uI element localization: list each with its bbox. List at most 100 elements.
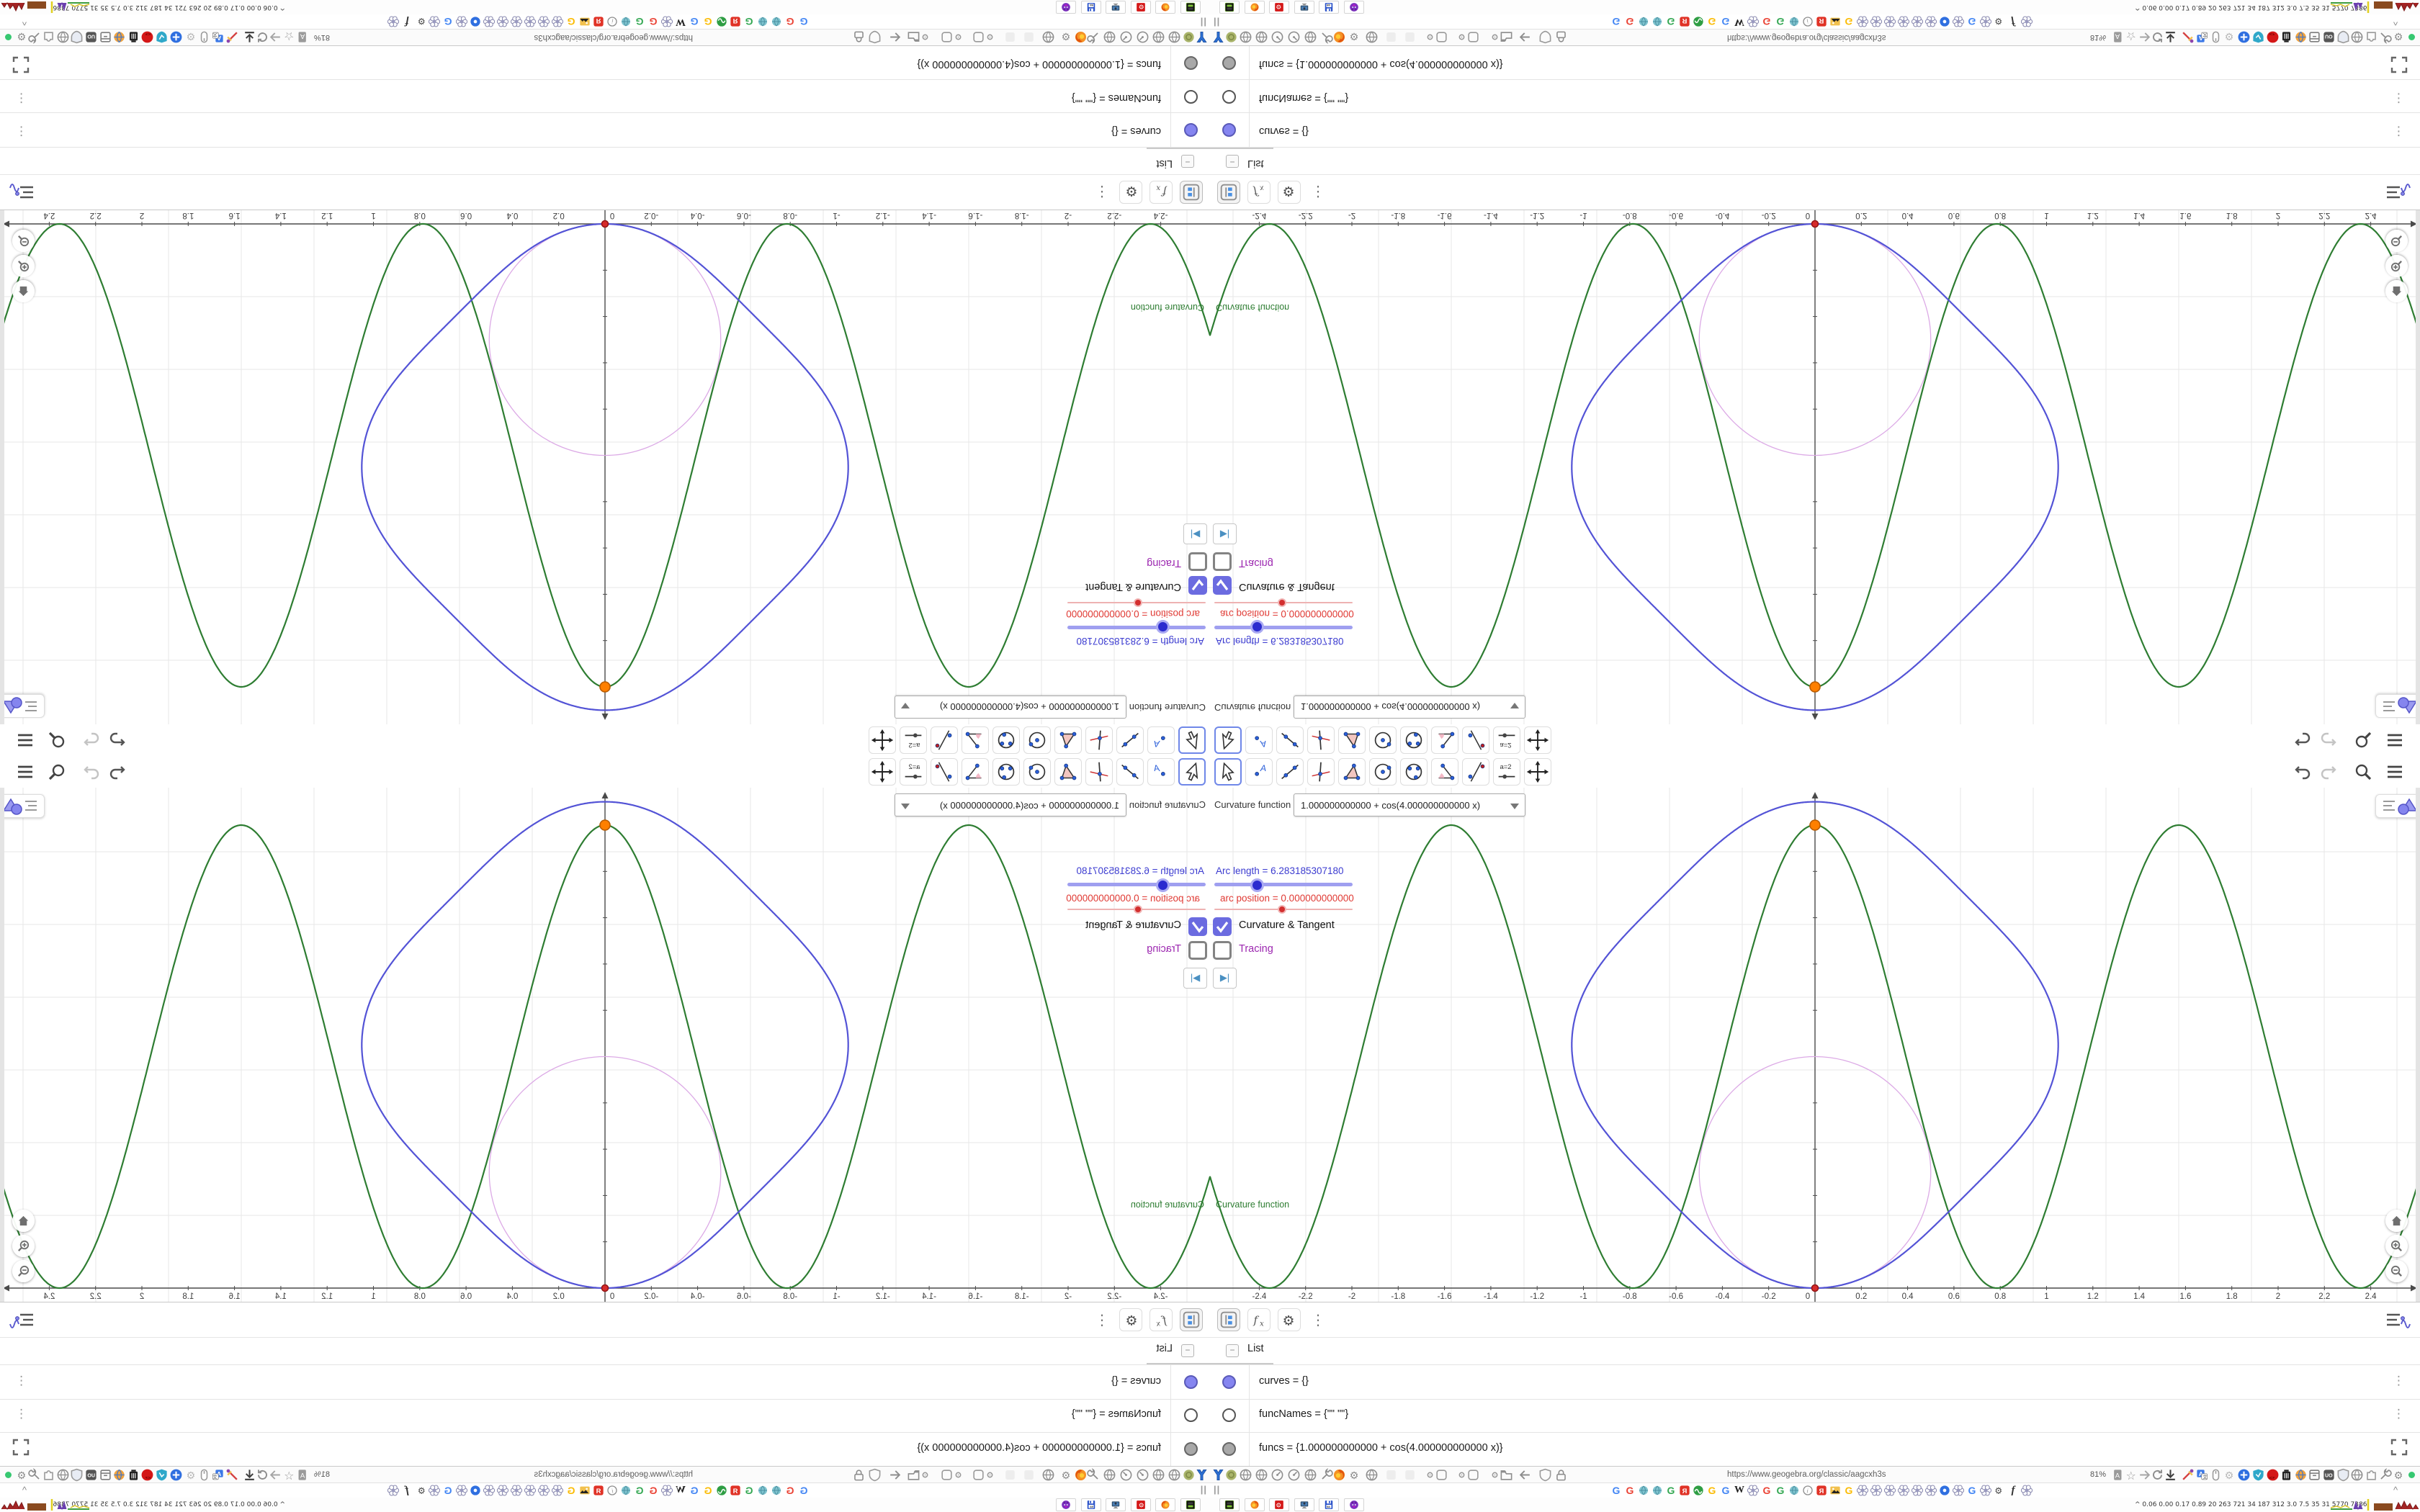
bookmark-gw-icon[interactable]	[1693, 1485, 1704, 1496]
visibility-marble[interactable]	[1184, 123, 1198, 137]
tool-perpendicular[interactable]	[1085, 726, 1113, 754]
fx-input-button[interactable]: fx	[1247, 1308, 1270, 1331]
bookmark-daisy-icon[interactable]	[2020, 16, 2033, 27]
bookmark-daisy-icon[interactable]	[660, 16, 673, 27]
download-icon[interactable]	[243, 1468, 256, 1482]
extension-trash-icon[interactable]	[2280, 30, 2293, 44]
taskbar-terminal-button[interactable]	[1180, 1, 1201, 14]
bookmark-daisy-icon[interactable]	[428, 1485, 441, 1496]
more-options-icon[interactable]: ⋮	[1311, 1311, 1325, 1329]
taskbar-firefox-button[interactable]	[1155, 1, 1176, 14]
taskbar-cat-purple-button[interactable]	[1056, 1498, 1077, 1511]
download-icon[interactable]	[2164, 30, 2177, 44]
taskbar-cat-purple-button[interactable]	[1056, 1, 1077, 14]
extension-wrench-icon[interactable]	[27, 30, 42, 44]
home-button[interactable]	[2385, 1210, 2408, 1232]
square-icon[interactable]	[972, 1468, 985, 1482]
bookmark-gw-icon[interactable]	[716, 1485, 727, 1496]
reader-icon[interactable]: A	[295, 1468, 308, 1482]
ghost-icon[interactable]	[1003, 1468, 1017, 1482]
visibility-marble[interactable]	[1184, 1442, 1198, 1456]
square-icon[interactable]	[972, 30, 985, 44]
taskbar-floppy-64-button[interactable]: 64	[1319, 1498, 1339, 1511]
bookmark-daisy-icon[interactable]	[1924, 1485, 1937, 1496]
list-group-header[interactable]: − List	[1210, 148, 2420, 175]
bookmark-img-icon[interactable]	[579, 16, 591, 27]
zoom-in-button[interactable]	[12, 1235, 35, 1257]
extension-circle-red-icon[interactable]: ICF	[140, 1468, 154, 1482]
ghost-icon[interactable]	[1022, 1468, 1036, 1482]
extension-globe-orange-icon[interactable]	[112, 1468, 126, 1482]
bookmark-daisy-icon[interactable]	[660, 1485, 673, 1496]
curvature-tangent-checkbox[interactable]	[1188, 917, 1207, 936]
tool-slider[interactable]: a=2	[1493, 758, 1520, 786]
algebra-layout-button[interactable]	[1180, 1308, 1203, 1331]
search-icon[interactable]	[48, 762, 66, 781]
taskbar-cat-purple-button[interactable]	[1343, 1498, 1364, 1511]
visibility-marble[interactable]	[1222, 56, 1236, 70]
bookmark-daisy-icon[interactable]	[1897, 16, 1910, 27]
extension-gear-outline-icon[interactable]: ⚙	[14, 30, 27, 44]
extension-gear-outline-icon[interactable]: ⚙	[2393, 30, 2406, 44]
list-group-header[interactable]: − List	[0, 1337, 1210, 1364]
bookmark-daisy-icon[interactable]	[1979, 1485, 1992, 1496]
globe-icon[interactable]	[1041, 30, 1055, 44]
zoom-in-button[interactable]	[2385, 1235, 2408, 1257]
tool-slider[interactable]: a=2	[900, 726, 927, 754]
bookmark-daisy-icon[interactable]	[1911, 1485, 1924, 1496]
bookmark-bluedot-icon[interactable]	[1939, 16, 1950, 27]
bookmark-info-icon[interactable]: i	[606, 16, 618, 27]
extension-puzzle-icon[interactable]	[42, 30, 55, 44]
ghost-icon[interactable]	[1022, 30, 1036, 44]
menu-icon[interactable]	[16, 731, 35, 750]
visibility-marble[interactable]	[1222, 123, 1236, 137]
extension-plus-circle-icon[interactable]	[169, 1468, 183, 1482]
bookmark-g-icon[interactable]: G	[442, 16, 454, 27]
page-zoom-level[interactable]: 81%	[2090, 1470, 2106, 1479]
globe-icon[interactable]	[1239, 1468, 1252, 1482]
algebra-layout-button[interactable]	[1217, 1308, 1240, 1331]
arc-position-slider-knob[interactable]	[1278, 905, 1286, 914]
download-icon[interactable]	[243, 30, 256, 44]
row-menu-icon[interactable]: ⋮	[15, 1407, 27, 1421]
bookmark-daisy-icon[interactable]	[1883, 1485, 1896, 1496]
plot-canvas[interactable]: -2.4 -2.2 -2 -1.8 -1.6 -1.4 -1.2 -1 -0.8 -0.6 -0.4…	[1210, 210, 2420, 724]
taskbar-monitor-button[interactable]	[1294, 1498, 1314, 1511]
bookmark-daisy-icon[interactable]	[455, 1485, 468, 1496]
bookmark-daisy-icon[interactable]	[1883, 16, 1896, 27]
arc-length-slider[interactable]	[1067, 883, 1206, 886]
tool-move[interactable]	[1214, 726, 1242, 754]
redo-icon[interactable]	[2319, 731, 2338, 750]
row-menu-icon[interactable]: ⋮	[15, 91, 27, 105]
tool-perpendicular[interactable]	[1085, 758, 1113, 786]
bookmark-fx-icon[interactable]: f	[401, 1485, 413, 1496]
row-menu-icon[interactable]: ⋮	[2393, 1407, 2405, 1421]
graphics-stylebar-toggle[interactable]	[0, 694, 45, 718]
extension-archive-icon[interactable]	[2308, 1468, 2321, 1482]
extension-mouse-icon[interactable]	[2209, 30, 2223, 44]
extension-brush-icon[interactable]	[2181, 1468, 2195, 1482]
taskbar-monitor-button[interactable]	[1106, 1498, 1126, 1511]
extension-shield-pale-icon[interactable]	[2336, 1468, 2350, 1482]
play-animation-button[interactable]: ▶|	[1213, 968, 1237, 989]
bookmark-g-icon[interactable]: G	[647, 1485, 659, 1496]
taskbar-firefox-button[interactable]	[1155, 1498, 1176, 1511]
graphics-stylebar-toggle[interactable]	[0, 794, 45, 818]
tool-ellipse[interactable]	[992, 758, 1020, 786]
globe-icon[interactable]	[1255, 30, 1268, 44]
taskbar-package-red-button[interactable]: ⚙	[1269, 1498, 1289, 1511]
extension-archive-icon[interactable]	[99, 30, 112, 44]
tool-circle[interactable]	[1023, 758, 1051, 786]
bookmark-daisy-icon[interactable]	[551, 1485, 564, 1496]
globe-icon[interactable]	[1304, 1468, 1317, 1482]
tool-polygon[interactable]	[1054, 726, 1082, 754]
algebra-row[interactable]: curves = {} ⋮	[0, 1364, 1210, 1400]
row-menu-icon[interactable]: ⋮	[2393, 124, 2405, 138]
firefox-icon[interactable]	[1074, 30, 1088, 44]
pause-icon[interactable]: ||	[1200, 1484, 1206, 1495]
tool-move[interactable]	[1178, 726, 1206, 754]
globe-icon[interactable]	[1239, 30, 1252, 44]
extension-trash-icon[interactable]	[127, 1468, 140, 1482]
bookmark-daisy-icon[interactable]	[1856, 1485, 1869, 1496]
bookmark-daisy-icon[interactable]	[1911, 16, 1924, 27]
